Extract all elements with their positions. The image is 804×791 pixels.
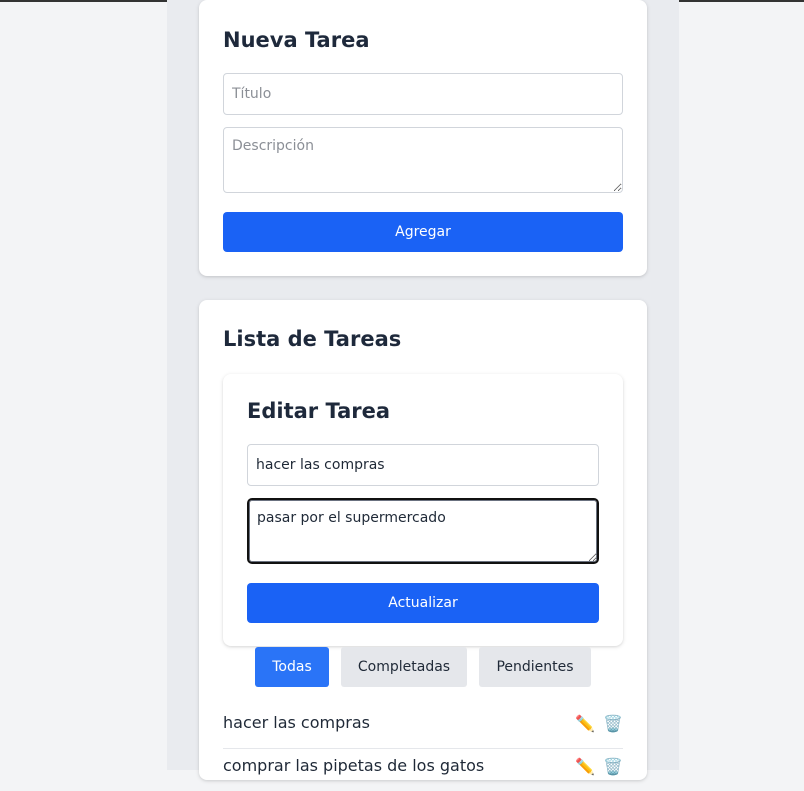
description-input[interactable] <box>223 127 623 193</box>
task-list-heading: Lista de Tareas <box>223 327 402 351</box>
task-title: comprar las pipetas de los gatos <box>223 756 485 775</box>
trash-icon[interactable]: 🗑️ <box>603 714 623 733</box>
task-item: comprar las pipetas de los gatos ✏️ 🗑️ <box>223 756 623 791</box>
filter-completed-button[interactable]: Completadas <box>341 647 467 687</box>
edit-task-heading: Editar Tarea <box>247 399 391 423</box>
update-task-button[interactable]: Actualizar <box>247 583 599 623</box>
pencil-icon[interactable]: ✏️ <box>575 714 595 733</box>
add-task-button[interactable]: Agregar <box>223 212 623 252</box>
trash-icon[interactable]: 🗑️ <box>603 757 623 776</box>
edit-description-input[interactable]: pasar por el supermercado <box>247 498 599 564</box>
new-task-heading: Nueva Tarea <box>223 28 370 52</box>
task-title: hacer las compras <box>223 713 370 732</box>
task-item: hacer las compras ✏️ 🗑️ <box>223 713 623 749</box>
filter-all-button[interactable]: Todas <box>255 647 329 687</box>
filter-pending-button[interactable]: Pendientes <box>479 647 591 687</box>
pencil-icon[interactable]: ✏️ <box>575 757 595 776</box>
edit-title-input[interactable] <box>247 444 599 486</box>
title-input[interactable] <box>223 73 623 115</box>
